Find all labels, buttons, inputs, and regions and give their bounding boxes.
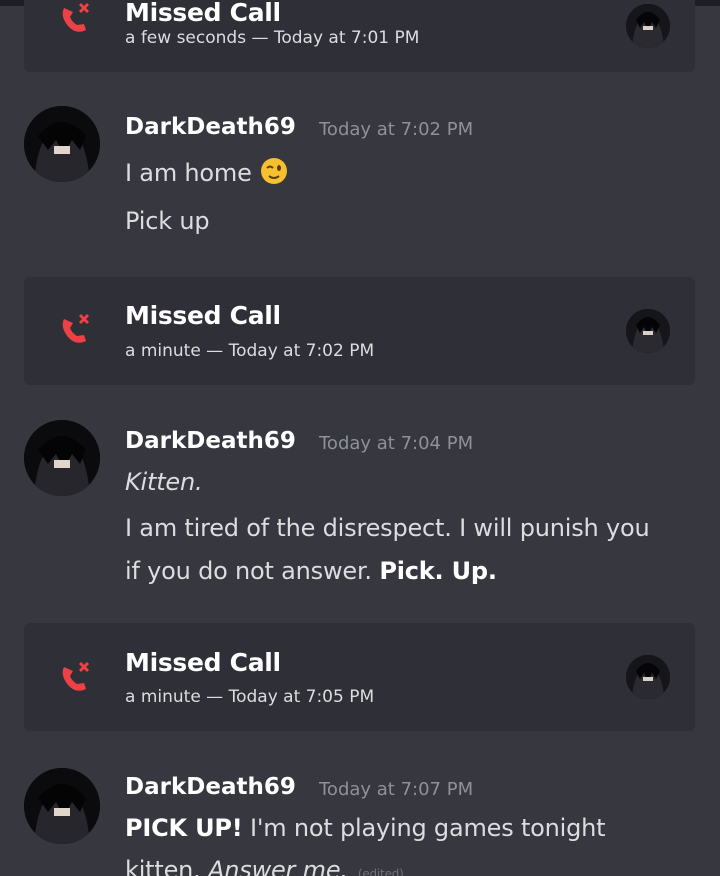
winking-face-icon — [260, 157, 288, 191]
missed-call-icon — [54, 307, 98, 351]
message-line: kitten. Answer me. (edited) — [125, 856, 404, 876]
edited-label: (edited) — [357, 867, 404, 876]
message-line: PICK UP! I'm not playing games tonight — [125, 814, 606, 842]
message-timestamp: Today at 7:02 PM — [319, 119, 474, 140]
missed-call-title: Missed Call — [125, 648, 281, 677]
caller-avatar[interactable] — [626, 655, 670, 699]
user-avatar[interactable] — [24, 106, 100, 182]
missed-call-meta: a few seconds — Today at 7:01 PM — [125, 28, 420, 48]
message-line: I am tired of the disrespect. I will pun… — [125, 514, 650, 542]
missed-call-meta: a minute — Today at 7:05 PM — [125, 687, 375, 707]
message-author[interactable]: DarkDeath69 — [125, 114, 296, 140]
bold-text: Pick. Up. — [379, 557, 497, 585]
chat-message: DarkDeath69 Today at 7:02 PM I am home P… — [0, 100, 720, 250]
message-timestamp: Today at 7:07 PM — [319, 779, 474, 800]
chat-message: DarkDeath69 Today at 7:07 PM PICK UP! I'… — [0, 762, 720, 876]
user-avatar[interactable] — [24, 768, 100, 844]
missed-call-icon — [54, 655, 98, 699]
user-avatar[interactable] — [24, 420, 100, 496]
message-line: Pick up — [125, 207, 210, 235]
missed-call-card: Missed Call a minute — Today at 7:05 PM — [24, 623, 695, 731]
missed-call-meta: a minute — Today at 7:02 PM — [125, 341, 375, 361]
message-line: Kitten. — [125, 468, 203, 496]
message-author[interactable]: DarkDeath69 — [125, 428, 296, 454]
message-line: if you do not answer. Pick. Up. — [125, 557, 497, 585]
message-author[interactable]: DarkDeath69 — [125, 774, 296, 800]
message-line: I am home — [125, 157, 288, 191]
missed-call-title: Missed Call — [125, 301, 281, 330]
message-timestamp: Today at 7:04 PM — [319, 433, 474, 454]
missed-call-card: Missed Call a minute — Today at 7:02 PM — [24, 277, 695, 385]
bold-text: PICK UP! — [125, 814, 243, 842]
caller-avatar[interactable] — [626, 4, 670, 48]
missed-call-title: Missed Call — [125, 0, 281, 27]
missed-call-card: Missed Call a few seconds — Today at 7:0… — [24, 0, 695, 72]
missed-call-icon — [54, 0, 98, 40]
chat-message: DarkDeath69 Today at 7:04 PM Kitten. I a… — [0, 414, 720, 604]
caller-avatar[interactable] — [626, 309, 670, 353]
